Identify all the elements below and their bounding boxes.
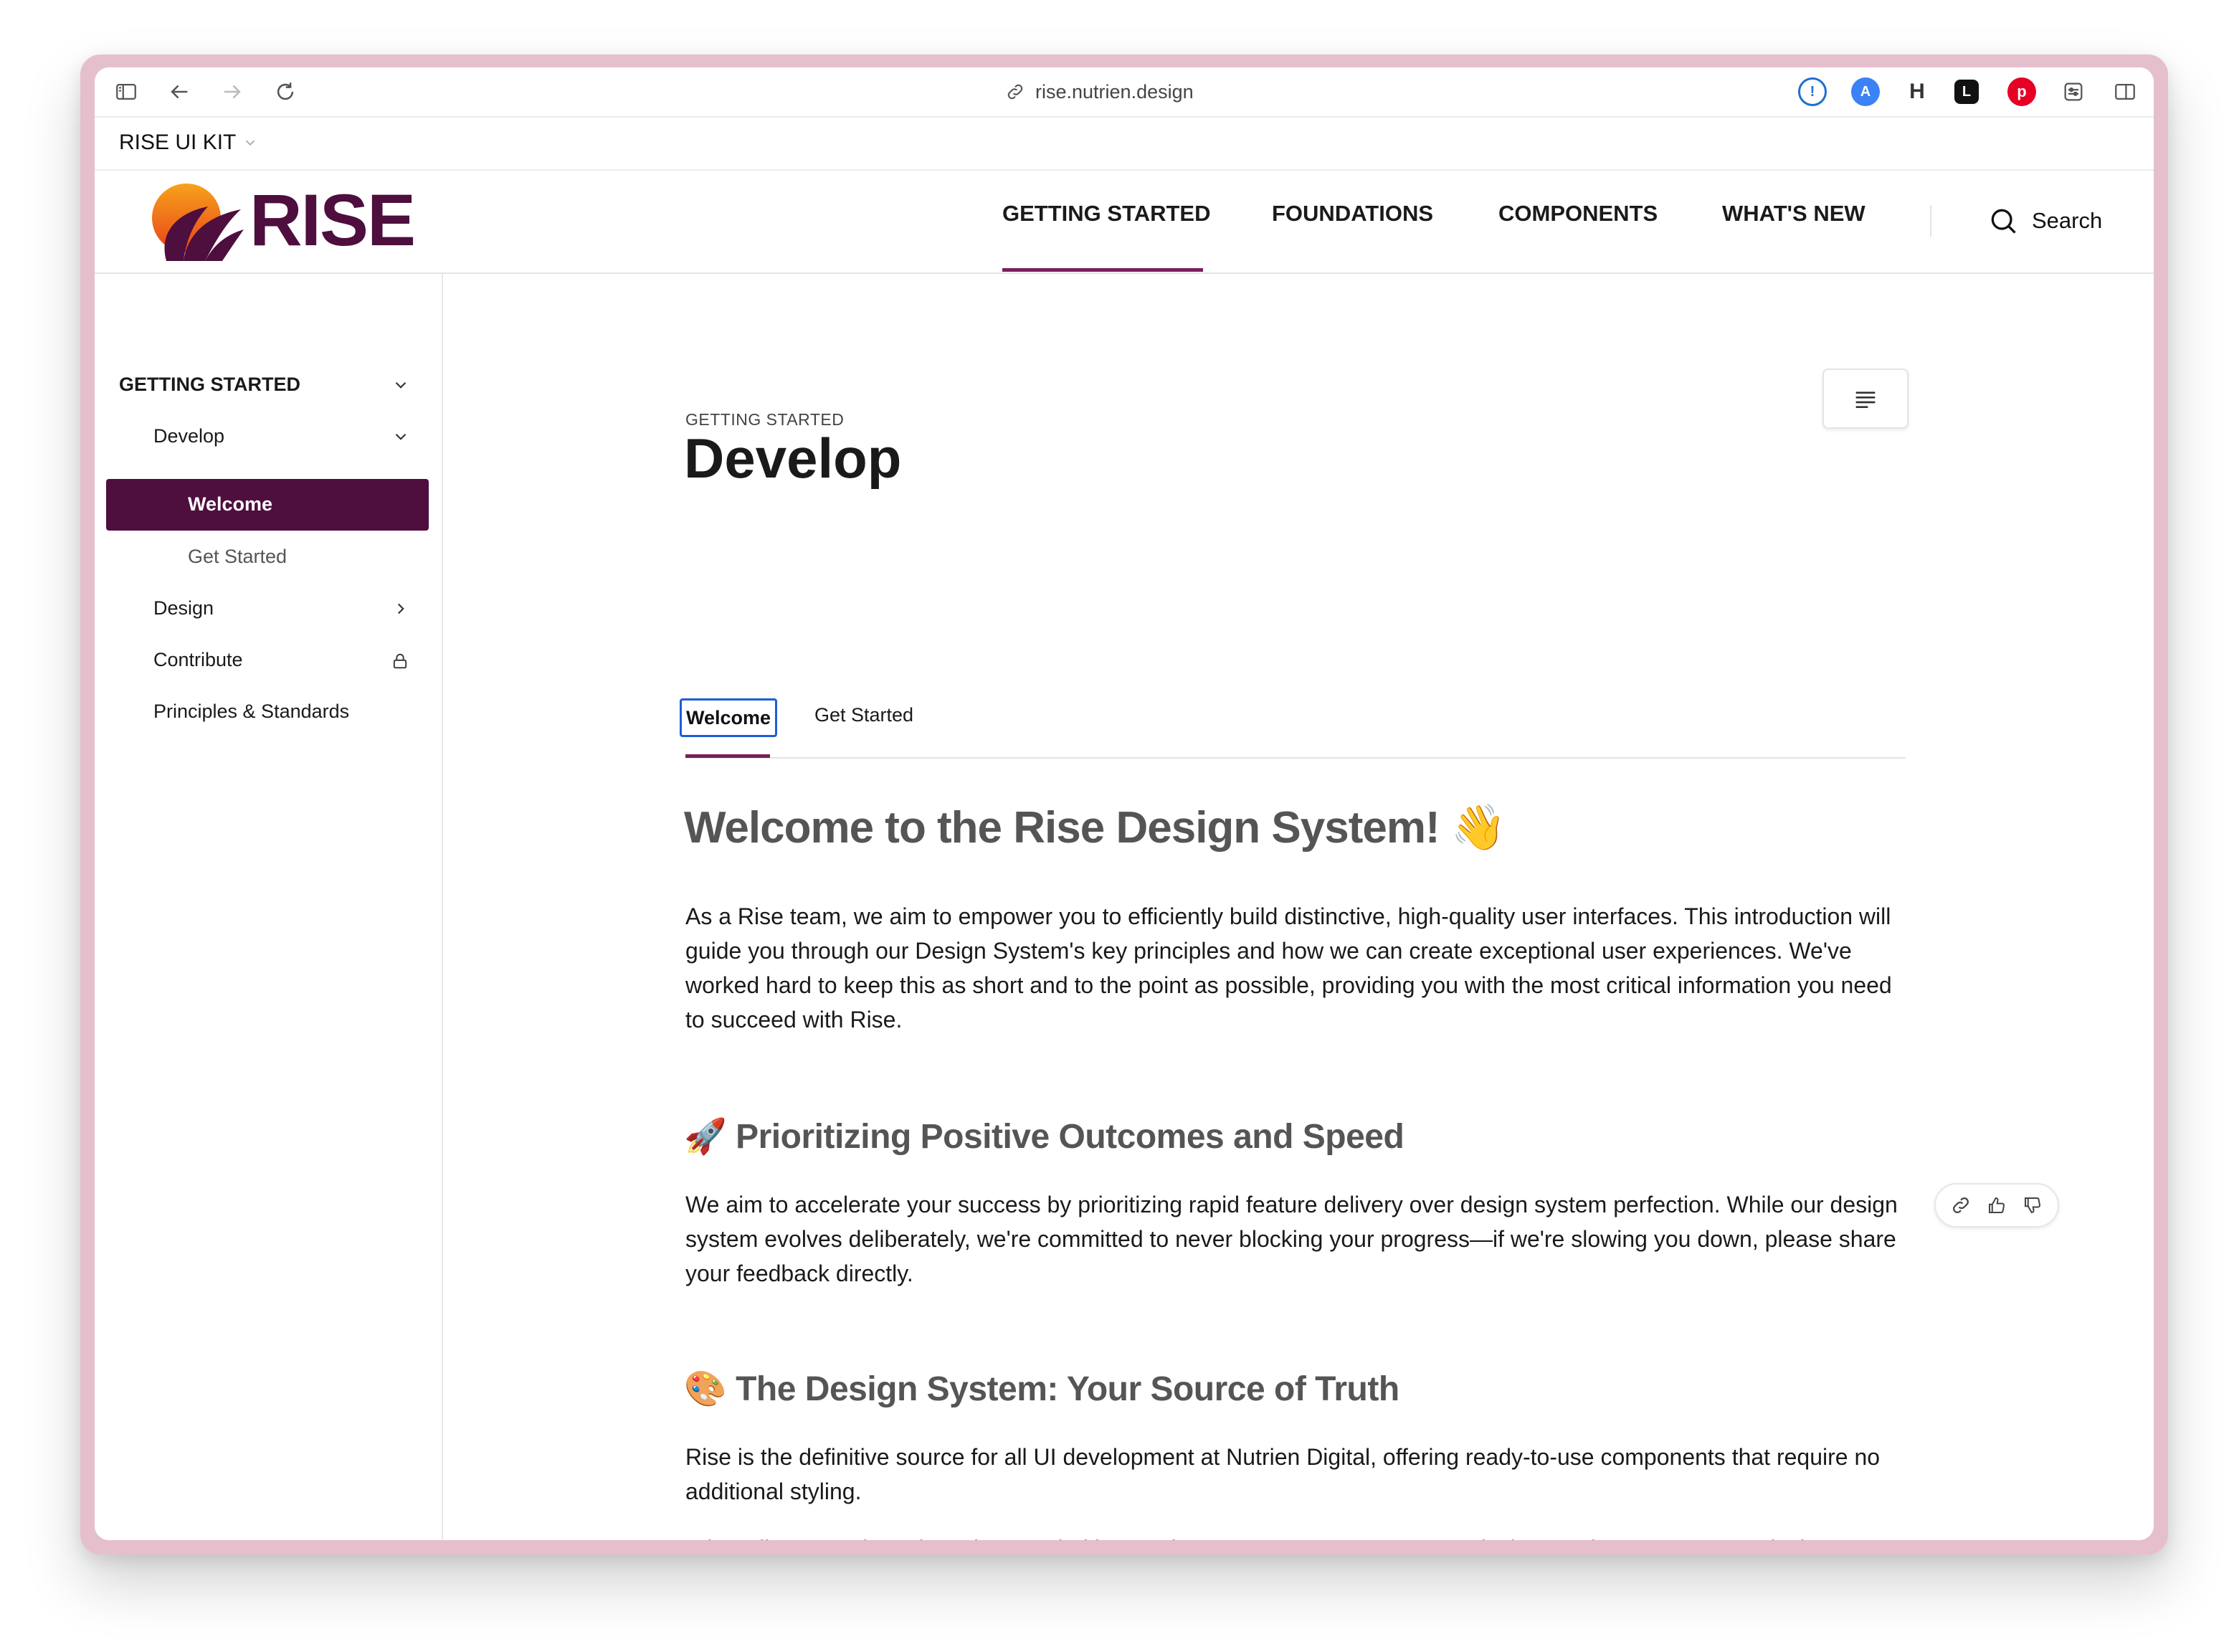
nav-components[interactable]: COMPONENTS <box>1498 201 1658 227</box>
content-tabs: Welcome Get Started <box>680 698 1906 759</box>
section-paragraph-source-of-truth-2: When discrepancies arise, always priorit… <box>685 1532 1911 1540</box>
sidebar-toggle-icon[interactable] <box>112 77 141 106</box>
nav-divider <box>1930 205 1931 237</box>
sidebar-item-label: Principles & Standards <box>153 700 350 722</box>
section-heading-outcomes: 🚀 Prioritizing Positive Outcomes and Spe… <box>684 1118 1404 1156</box>
sidebar: GETTING STARTED Develop Welcome Get Star… <box>95 274 443 1540</box>
reload-icon[interactable] <box>271 77 300 106</box>
sidebar-item-welcome[interactable]: Welcome <box>106 479 429 531</box>
page-title: Develop <box>684 427 902 490</box>
section-paragraph-source-of-truth-1: Rise is the definitive source for all UI… <box>685 1444 1881 1504</box>
sidebar-item-label: Contribute <box>153 648 243 670</box>
sliders-extension-icon[interactable] <box>2059 77 2088 106</box>
h-extension-icon[interactable]: H <box>1903 77 1931 106</box>
sidebar-item-label: Design <box>153 597 214 619</box>
sidebar-item-label: Develop <box>153 424 225 447</box>
tab-get-started[interactable]: Get Started <box>814 704 913 726</box>
tab-welcome[interactable]: Welcome <box>680 698 778 737</box>
sidebar-section-label: GETTING STARTED <box>119 373 300 395</box>
search-label: Search <box>2032 208 2103 233</box>
browser-window: rise.nutrien.design ! A H L p RISE UI KI… <box>95 67 2154 1540</box>
sidebar-item-principles[interactable]: Principles & Standards <box>95 685 442 737</box>
sidebar-item-contribute[interactable]: Contribute <box>95 634 442 685</box>
sidebar-item-label: Get Started <box>188 545 287 567</box>
list-icon <box>1855 391 1876 408</box>
address-bar[interactable]: rise.nutrien.design <box>1005 77 1194 106</box>
nav-foundations[interactable]: FOUNDATIONS <box>1272 201 1433 227</box>
sidebar-item-label: Welcome <box>188 493 273 515</box>
sidebar-item-get-started[interactable]: Get Started <box>95 531 442 582</box>
table-of-contents-button[interactable] <box>1822 369 1909 429</box>
search-icon <box>1991 209 2016 234</box>
browser-toolbar: rise.nutrien.design ! A H L p <box>95 67 2154 118</box>
tab-label: Welcome <box>686 706 771 728</box>
feedback-toolbar <box>1934 1183 2059 1228</box>
nav-getting-started[interactable]: GETTING STARTED <box>1002 201 1210 227</box>
link-icon <box>1007 84 1023 100</box>
password-manager-extension-icon[interactable]: ! <box>1798 77 1827 106</box>
rise-leaf-icon <box>152 184 244 261</box>
copy-link-icon[interactable] <box>1950 1195 1972 1216</box>
split-view-icon[interactable] <box>2111 77 2139 106</box>
translate-extension-icon[interactable]: A <box>1851 77 1880 106</box>
nav-whats-new[interactable]: WHAT'S NEW <box>1722 201 1865 227</box>
search-button[interactable]: Search <box>1987 205 2102 237</box>
intro-paragraph: As a Rise team, we aim to empower you to… <box>685 903 1892 1032</box>
forward-icon[interactable] <box>218 77 247 106</box>
chevron-down-icon[interactable] <box>242 135 258 151</box>
l-extension-icon[interactable]: L <box>1954 80 1979 104</box>
thumbs-down-icon[interactable] <box>2022 1195 2043 1216</box>
lock-icon <box>393 653 407 669</box>
section-paragraph-outcomes: We aim to accelerate your success by pri… <box>685 1192 1898 1286</box>
tab-group-title[interactable]: RISE UI KIT <box>119 130 236 155</box>
rise-logo[interactable]: RISE <box>145 178 416 262</box>
tab-bar: RISE UI KIT <box>95 118 2154 171</box>
back-icon[interactable] <box>165 77 194 106</box>
site-header: RISE GETTING STARTED FOUNDATIONS COMPONE… <box>95 171 2154 274</box>
welcome-heading: Welcome to the Rise Design System! 👋 <box>684 803 1506 853</box>
tab-active-indicator <box>685 754 770 758</box>
logo-wordmark: RISE <box>249 179 416 261</box>
chevron-down-icon <box>395 381 407 389</box>
pinterest-extension-icon[interactable]: p <box>2007 77 2036 106</box>
sidebar-item-develop[interactable]: Develop <box>95 410 442 462</box>
thumbs-up-icon[interactable] <box>1986 1195 2007 1216</box>
nav-active-indicator <box>1002 268 1203 272</box>
sidebar-item-design[interactable]: Design <box>95 582 442 634</box>
chevron-down-icon <box>395 433 407 440</box>
chevron-right-icon <box>397 603 404 614</box>
sidebar-section-getting-started[interactable]: GETTING STARTED <box>95 359 442 410</box>
section-heading-source-of-truth: 🎨 The Design System: Your Source of Trut… <box>684 1370 1399 1408</box>
url-text: rise.nutrien.design <box>1035 80 1194 103</box>
